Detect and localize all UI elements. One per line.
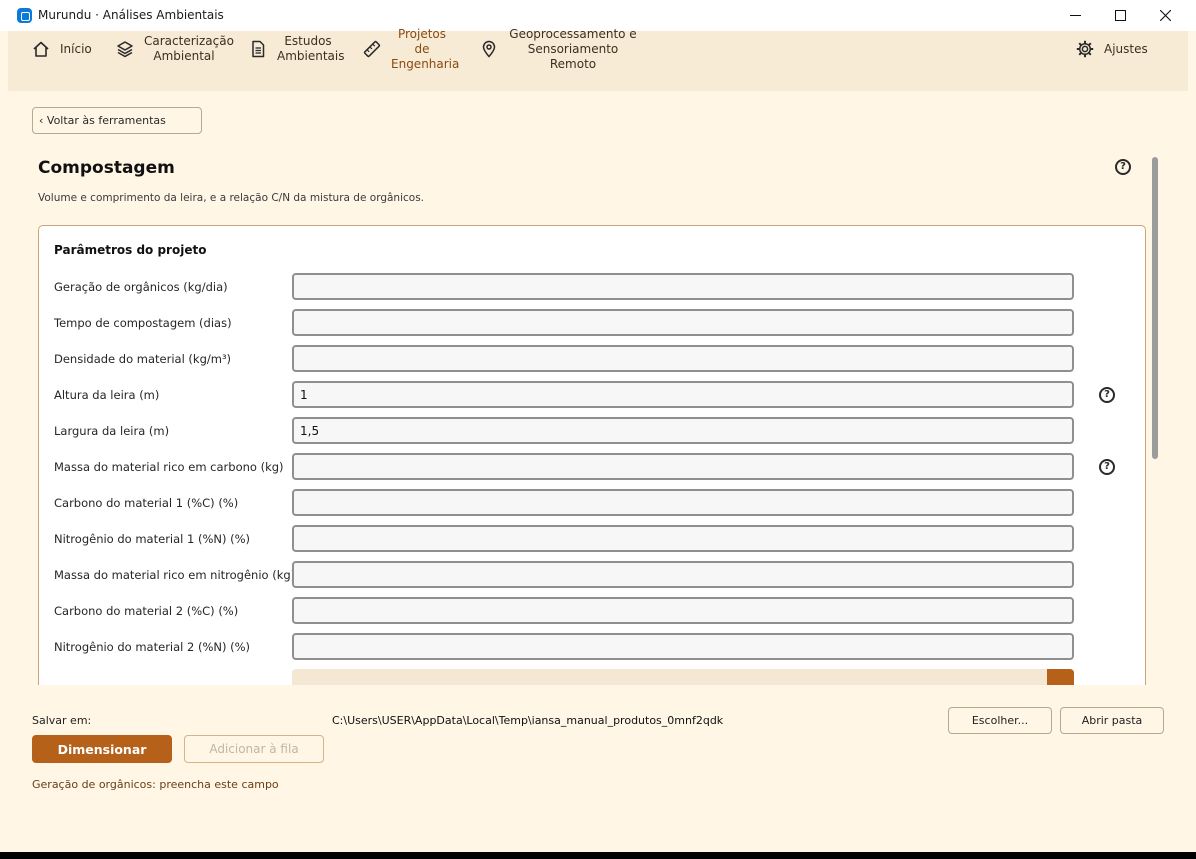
- app-logo-icon: [17, 8, 32, 23]
- material2-nitrogen-input[interactable]: [292, 633, 1074, 660]
- gear-icon: [1076, 40, 1094, 58]
- nav-label: Geoprocessamento e Sensoriamento Remoto: [509, 26, 637, 71]
- nav-label: Projetos de Engenharia: [391, 26, 460, 71]
- maximize-icon: [1114, 10, 1126, 21]
- help-icon[interactable]: ?: [1099, 387, 1115, 403]
- save-path: C:\Users\USER\AppData\Local\Temp\iansa_m…: [332, 714, 724, 727]
- nav-item-projetos-de-engenharia[interactable]: Projetos de Engenharia: [363, 27, 459, 71]
- minimize-icon: [1069, 15, 1081, 16]
- field-label: Densidade do material (kg/m³): [54, 352, 232, 366]
- scrollbar-thumb[interactable]: [1152, 157, 1158, 459]
- nav-item-ajustes[interactable]: Ajustes: [1076, 31, 1148, 67]
- field-label: Nitrogênio do material 2 (%N) (%): [54, 640, 251, 654]
- close-icon: [1159, 10, 1171, 21]
- composting-time-input[interactable]: [292, 309, 1074, 336]
- material-density-input[interactable]: [292, 345, 1074, 372]
- document-icon: [252, 40, 265, 58]
- nitrogen-material-mass-input[interactable]: [292, 561, 1074, 588]
- nav-item-geoprocessamento[interactable]: Geoprocessamento e Sensoriamento Remoto: [480, 27, 638, 71]
- field-label: Massa do material rico em carbono (kg): [54, 460, 284, 474]
- field-label: Massa do material rico em nitrogênio (kg…: [54, 568, 296, 582]
- validation-message: Geração de orgânicos: preencha este camp…: [32, 778, 279, 791]
- material2-carbon-input[interactable]: [292, 597, 1074, 624]
- field-label: Largura da leira (m): [54, 424, 170, 438]
- field-label: Geração de orgânicos (kg/dia): [54, 280, 228, 294]
- page-title: Compostagem: [38, 158, 175, 178]
- field-label: Tempo de compostagem (dias): [54, 316, 232, 330]
- field-label: Nitrogênio do material 1 (%N) (%): [54, 532, 251, 546]
- windrow-width-input[interactable]: [292, 417, 1074, 444]
- layers-icon: [117, 41, 133, 58]
- partially-visible-select[interactable]: [292, 669, 1074, 685]
- help-icon[interactable]: ?: [1099, 459, 1115, 475]
- field-label: Carbono do material 1 (%C) (%): [54, 496, 239, 510]
- close-button[interactable]: [1142, 0, 1188, 31]
- nav-label: Estudos Ambientais: [277, 34, 345, 63]
- windrow-height-input[interactable]: [292, 381, 1074, 408]
- save-location-label: Salvar em:: [32, 714, 92, 727]
- field-label: Altura da leira (m): [54, 388, 160, 402]
- dimension-button[interactable]: Dimensionar: [32, 735, 172, 763]
- nav-label: Início: [60, 41, 92, 56]
- field-label: Carbono do material 2 (%C) (%): [54, 604, 239, 618]
- home-icon: [33, 41, 49, 57]
- back-to-tools-button[interactable]: ‹ Voltar às ferramentas: [32, 107, 202, 134]
- dropdown-button[interactable]: [1047, 669, 1074, 685]
- main-content: ‹ Voltar às ferramentas Compostagem ? Vo…: [8, 91, 1188, 852]
- ruler-icon: [363, 40, 381, 58]
- nav-label: Caracterização Ambiental: [144, 34, 234, 63]
- material1-carbon-input[interactable]: [292, 489, 1074, 516]
- organic-generation-input[interactable]: [292, 273, 1074, 300]
- carbon-material-mass-input[interactable]: [292, 453, 1074, 480]
- panel-title: Parâmetros do projeto: [54, 243, 207, 257]
- maximize-button[interactable]: [1097, 0, 1143, 31]
- open-folder-button[interactable]: Abrir pasta: [1060, 707, 1164, 734]
- minimize-button[interactable]: [1052, 0, 1098, 31]
- window-title: Murundu · Análises Ambientais: [38, 8, 224, 22]
- map-pin-icon: [482, 40, 496, 58]
- choose-folder-button[interactable]: Escolher...: [948, 707, 1052, 734]
- page-subtitle: Volume e comprimento da leira, e a relaç…: [38, 192, 424, 204]
- add-to-queue-button: Adicionar à fila: [184, 735, 324, 763]
- app-window: Murundu · Análises Ambientais Início Car…: [0, 0, 1196, 852]
- nav-item-estudos-ambientais[interactable]: Estudos Ambientais: [249, 31, 345, 67]
- help-icon[interactable]: ?: [1115, 159, 1131, 175]
- material1-nitrogen-input[interactable]: [292, 525, 1074, 552]
- nav-label: Ajustes: [1104, 41, 1148, 56]
- parameters-panel: Parâmetros do projeto Geração de orgânic…: [38, 225, 1146, 685]
- nav-item-inicio[interactable]: Início: [32, 31, 92, 67]
- nav-item-caracterizacao-ambiental[interactable]: Caracterização Ambiental: [116, 31, 234, 67]
- top-navigation: Início Caracterização Ambiental Estudos …: [8, 27, 1188, 91]
